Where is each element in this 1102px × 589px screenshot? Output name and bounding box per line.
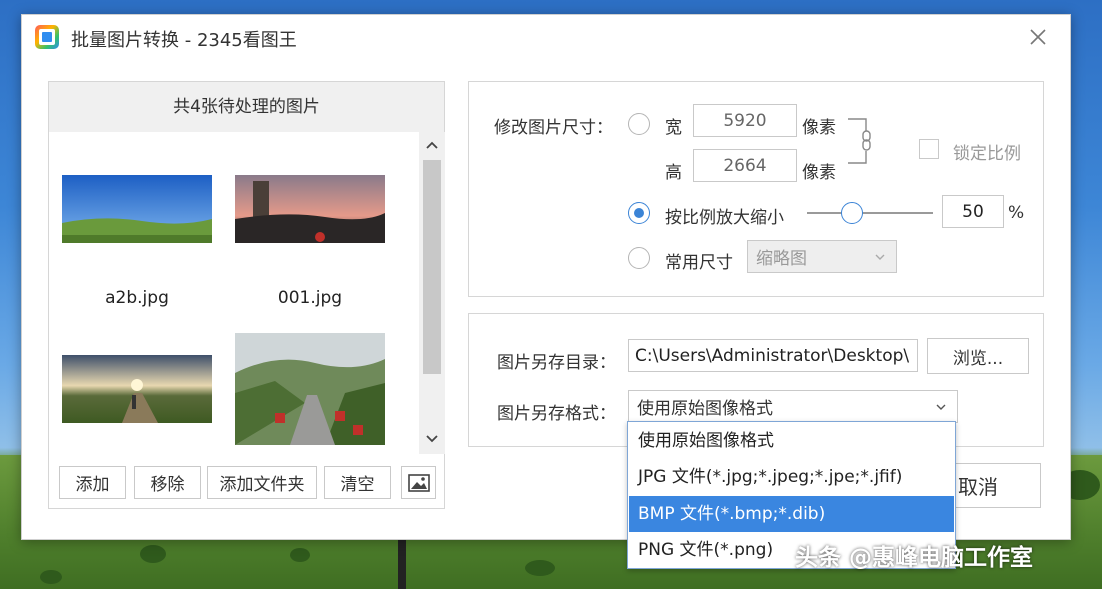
resize-by-scale-radio[interactable] [628,202,650,224]
desktop-tree [290,548,310,562]
resize-panel: 修改图片尺寸： 宽 5920 像素 锁定比例 高 2664 像素 按比例放大缩小… [468,81,1044,297]
thumbnail-image[interactable] [62,175,212,243]
app-logo-icon [35,25,59,49]
add-button[interactable]: 添加 [59,466,126,499]
thumbnail-grid: a2b.jpg 001.jpg [49,132,419,454]
thumbnail-scrollbar[interactable] [419,132,445,454]
window-title: 批量图片转换 - 2345看图王 [71,30,297,51]
clear-button[interactable]: 清空 [324,466,391,499]
common-size-select[interactable]: 缩略图 [747,240,897,273]
save-format-label: 图片另存格式： [497,404,616,424]
width-label: 宽 [665,118,682,138]
link-chain-icon [848,118,871,164]
thumbnail-filename: a2b.jpg [105,288,169,308]
close-icon[interactable] [1026,25,1050,49]
remove-button[interactable]: 移除 [134,466,201,499]
common-size-value: 缩略图 [756,249,807,269]
percent-sign: % [1008,203,1025,223]
save-format-value: 使用原始图像格式 [637,399,773,419]
desktop-tree [40,570,62,584]
common-size-label: 常用尺寸 [665,253,733,273]
add-folder-button[interactable]: 添加文件夹 [207,466,317,499]
common-size-radio[interactable] [628,247,650,269]
resize-label: 修改图片尺寸： [494,118,613,138]
desktop-tree [140,545,166,563]
scroll-up-icon[interactable] [419,134,445,158]
save-directory-input[interactable]: C:\Users\Administrator\Desktop\ [628,339,918,372]
format-option-original[interactable]: 使用原始图像格式 [629,423,954,459]
watermark-text: 头条 @惠峰电脑工作室 [795,545,1034,571]
save-format-select[interactable]: 使用原始图像格式 [628,390,958,423]
thumbnail-filename: 001.jpg [277,288,343,308]
scale-percent-input[interactable]: 50 [942,195,1004,228]
lock-ratio-label: 锁定比例 [953,144,1021,164]
image-view-button[interactable] [401,466,436,499]
height-input[interactable]: 2664 [693,149,797,182]
lock-ratio-checkbox[interactable] [919,139,939,159]
format-option-bmp[interactable]: BMP 文件(*.bmp;*.dib) [629,496,954,532]
scroll-down-icon[interactable] [419,428,445,452]
image-count-header: 共4张待处理的图片 [49,82,444,132]
width-unit: 像素 [802,118,836,138]
thumbnail-image[interactable] [235,175,385,243]
thumbnail-image[interactable] [235,333,385,445]
desktop-tree [525,560,555,576]
scale-slider[interactable] [807,212,933,214]
title-bar: 批量图片转换 - 2345看图王 [22,15,1070,61]
height-label: 高 [665,163,682,183]
thumbnail-image[interactable] [62,355,212,423]
chevron-down-icon [936,404,946,410]
save-directory-label: 图片另存目录： [497,353,616,373]
resize-by-pixel-radio[interactable] [628,113,650,135]
scroll-thumb[interactable] [423,160,441,374]
height-unit: 像素 [802,163,836,183]
picture-icon [407,473,430,492]
scale-slider-handle[interactable] [841,202,864,224]
chevron-down-icon [875,254,885,260]
scale-label: 按比例放大缩小 [665,208,784,228]
browse-button[interactable]: 浏览... [927,338,1029,374]
format-option-jpg[interactable]: JPG 文件(*.jpg;*.jpeg;*.jpe;*.jfif) [629,459,954,495]
width-input[interactable]: 5920 [693,104,797,137]
image-list-panel: 共4张待处理的图片 a2b.jpg 001.jpg 添加 移除 添加文件夹 清空 [48,81,445,509]
